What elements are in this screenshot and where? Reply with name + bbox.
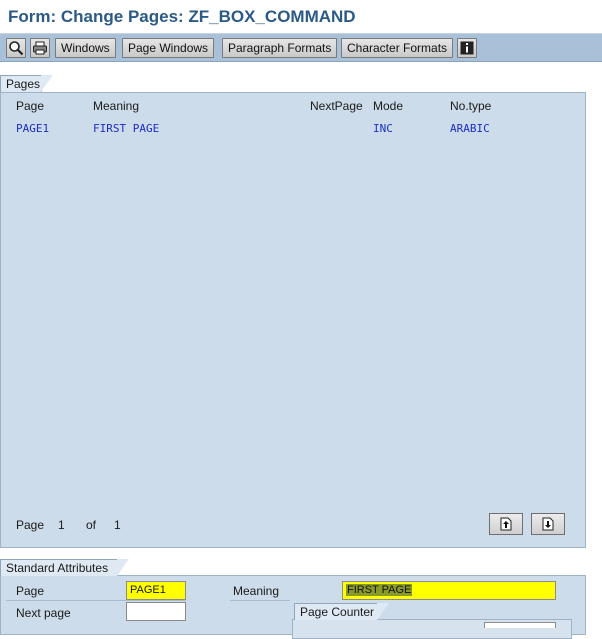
window-title: Form: Change Pages: ZF_BOX_COMMAND [8, 7, 356, 26]
cell-page[interactable]: PAGE1 [16, 122, 49, 135]
counter-field[interactable] [484, 622, 556, 628]
page-down-icon [542, 517, 554, 531]
column-header-page: Page [16, 99, 45, 113]
column-header-meaning: Meaning [93, 99, 140, 113]
meaning-value: FIRST PAGE [346, 584, 413, 596]
column-header-notype: No.type [450, 99, 492, 113]
info-icon[interactable] [457, 38, 477, 58]
pager-total: 1 [114, 518, 121, 532]
page-counter-tab: Page Counter [294, 603, 389, 620]
row-separator [230, 600, 290, 601]
column-header-nextpage: NextPage [310, 99, 363, 113]
cell-meaning[interactable]: FIRST PAGE [93, 122, 159, 135]
print-icon[interactable] [30, 38, 50, 58]
cell-notype[interactable]: ARABIC [450, 122, 490, 135]
pager-of: of [86, 518, 97, 532]
page-down-button[interactable] [531, 513, 565, 535]
meaning-field[interactable]: FIRST PAGE [342, 581, 556, 600]
pages-panel [0, 92, 586, 548]
next-page-label: Next page [16, 606, 71, 620]
next-page-field[interactable] [126, 602, 186, 621]
windows-button[interactable]: Windows [55, 38, 116, 58]
find-icon[interactable] [6, 38, 26, 58]
page-up-button[interactable] [489, 513, 523, 535]
page-windows-button[interactable]: Page Windows [122, 38, 215, 58]
pager-label: Page [16, 518, 45, 532]
page-up-icon [500, 517, 512, 531]
pages-tab: Pages [0, 75, 53, 92]
cell-mode[interactable]: INC [373, 122, 393, 135]
row-separator [6, 600, 186, 601]
standard-attributes-tab: Standard Attributes [0, 559, 129, 576]
page-label: Page [16, 584, 45, 598]
pager-current: 1 [58, 518, 65, 532]
page-field[interactable]: PAGE1 [126, 581, 186, 600]
character-formats-button[interactable]: Character Formats [341, 38, 454, 58]
column-header-mode: Mode [373, 99, 404, 113]
meaning-label: Meaning [233, 584, 280, 598]
title-bar: Form: Change Pages: ZF_BOX_COMMAND [0, 0, 602, 34]
paragraph-formats-button[interactable]: Paragraph Formats [222, 38, 338, 58]
application-toolbar: Windows Page Windows Paragraph Formats C… [0, 34, 602, 62]
